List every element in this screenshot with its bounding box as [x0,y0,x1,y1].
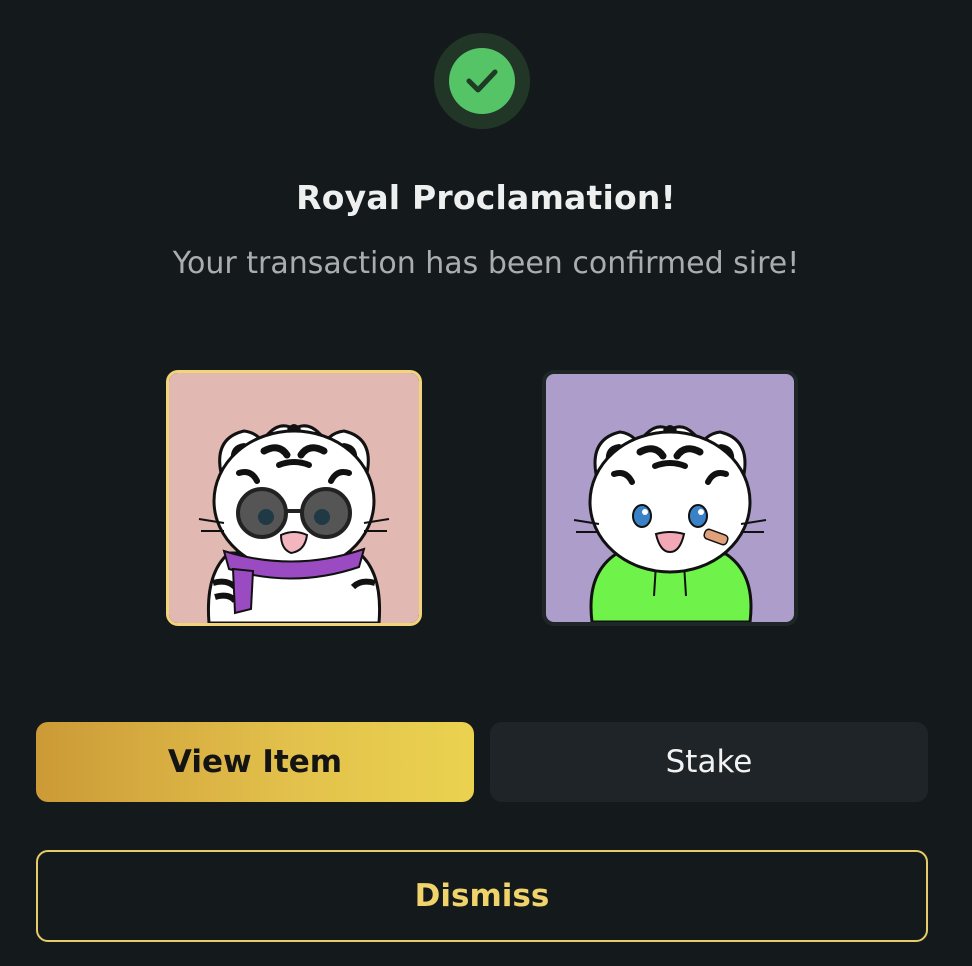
success-dot [449,48,515,114]
success-status-indicator [434,33,530,129]
nft-card-selected[interactable] [166,370,422,626]
check-icon [466,69,498,93]
transaction-confirmed-modal: Royal Proclamation! Your transaction has… [0,0,972,966]
tiger-nft-image-hoodie [546,374,794,622]
tiger-nft-image-scarf [169,373,419,623]
view-item-button[interactable]: View Item [36,722,474,802]
nft-card[interactable] [542,370,798,626]
stake-button[interactable]: Stake [490,722,928,802]
modal-title: Royal Proclamation! [296,178,676,217]
modal-subtitle: Your transaction has been confirmed sire… [172,246,800,281]
dismiss-button[interactable]: Dismiss [36,850,928,942]
